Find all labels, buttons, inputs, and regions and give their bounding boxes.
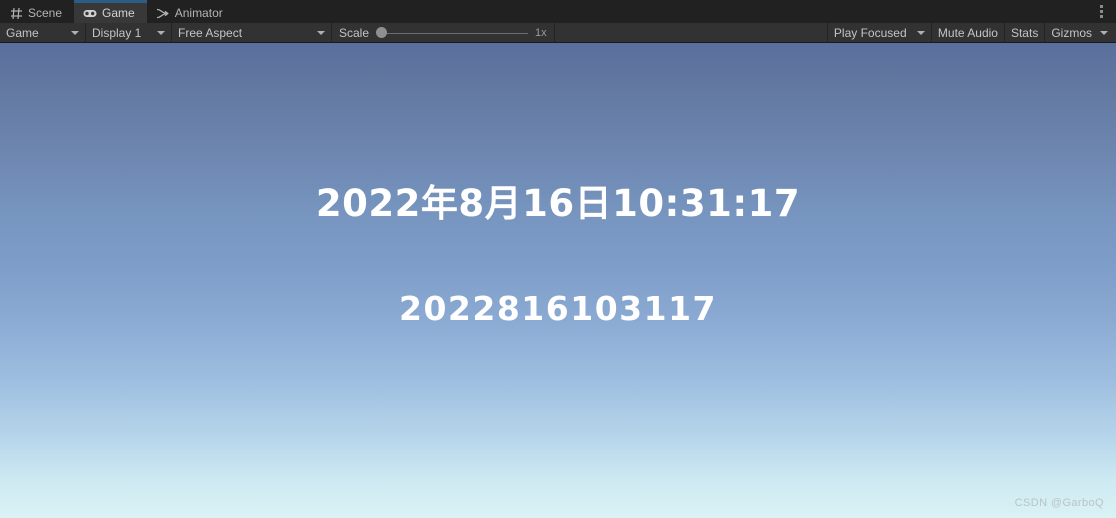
game-view-canvas[interactable]: 2022年8月16日10:31:17 2022816103117 CSDN @G… — [0, 43, 1116, 518]
animator-icon — [156, 6, 170, 20]
kebab-dot — [1099, 5, 1103, 8]
aspect-ratio-dropdown[interactable]: Free Aspect — [172, 23, 332, 42]
aspect-ratio-value: Free Aspect — [178, 25, 243, 40]
tab-scene-label: Scene — [28, 6, 63, 20]
datetime-text: 2022年8月16日10:31:17 — [315, 182, 801, 225]
mute-audio-button[interactable]: Mute Audio — [932, 23, 1005, 42]
stats-label: Stats — [1010, 25, 1039, 40]
toolbar-right-group: Play Focused Mute Audio Stats Gizmos — [828, 23, 1116, 42]
stats-button[interactable]: Stats — [1005, 23, 1046, 42]
tab-bar-spacer — [235, 0, 1090, 23]
target-display-group-dropdown[interactable]: Game — [0, 23, 86, 42]
tab-game-label: Game — [102, 6, 135, 20]
scale-label: Scale — [339, 25, 370, 40]
chevron-down-icon — [71, 30, 79, 35]
timestamp-text: 2022816103117 — [399, 289, 717, 328]
tab-game[interactable]: Game — [74, 0, 147, 23]
play-mode-value: Play Focused — [833, 25, 907, 40]
game-ui-text-stack: 2022年8月16日10:31:17 2022816103117 — [0, 43, 1116, 518]
kebab-dot — [1099, 15, 1103, 18]
scale-slider[interactable] — [376, 23, 529, 42]
toolbar-spacer — [555, 23, 828, 42]
chevron-down-icon — [1100, 30, 1108, 35]
grid-icon — [9, 6, 23, 20]
chevron-down-icon — [916, 30, 925, 35]
chevron-down-icon — [157, 30, 165, 35]
gamepad-icon — [83, 6, 97, 20]
chevron-down-icon — [317, 30, 325, 35]
kebab-dot — [1099, 10, 1103, 13]
display-dropdown[interactable]: Display 1 — [86, 23, 172, 42]
display-value: Display 1 — [92, 25, 142, 40]
unity-game-window: Scene Game Animator Game Display 1 Free … — [0, 0, 1116, 518]
scale-slider-handle[interactable] — [376, 27, 388, 38]
game-view-toolbar: Game Display 1 Free Aspect Scale 1x Play… — [0, 23, 1116, 43]
mute-audio-label: Mute Audio — [937, 25, 998, 40]
kebab-menu-icon[interactable] — [1090, 0, 1112, 23]
scale-value: 1x — [535, 26, 547, 39]
tab-animator-label: Animator — [174, 6, 223, 20]
target-display-group-value: Game — [6, 25, 39, 40]
watermark-text: CSDN @GarboQ — [1014, 497, 1104, 509]
play-mode-dropdown[interactable]: Play Focused — [828, 23, 932, 42]
gizmos-button[interactable]: Gizmos — [1045, 23, 1098, 42]
window-tab-bar: Scene Game Animator — [0, 0, 1116, 23]
tab-animator[interactable]: Animator — [147, 0, 235, 23]
tab-scene[interactable]: Scene — [0, 0, 74, 23]
gizmos-dropdown[interactable] — [1098, 23, 1116, 42]
scale-control: Scale 1x — [332, 23, 555, 42]
gizmos-label: Gizmos — [1051, 25, 1092, 40]
